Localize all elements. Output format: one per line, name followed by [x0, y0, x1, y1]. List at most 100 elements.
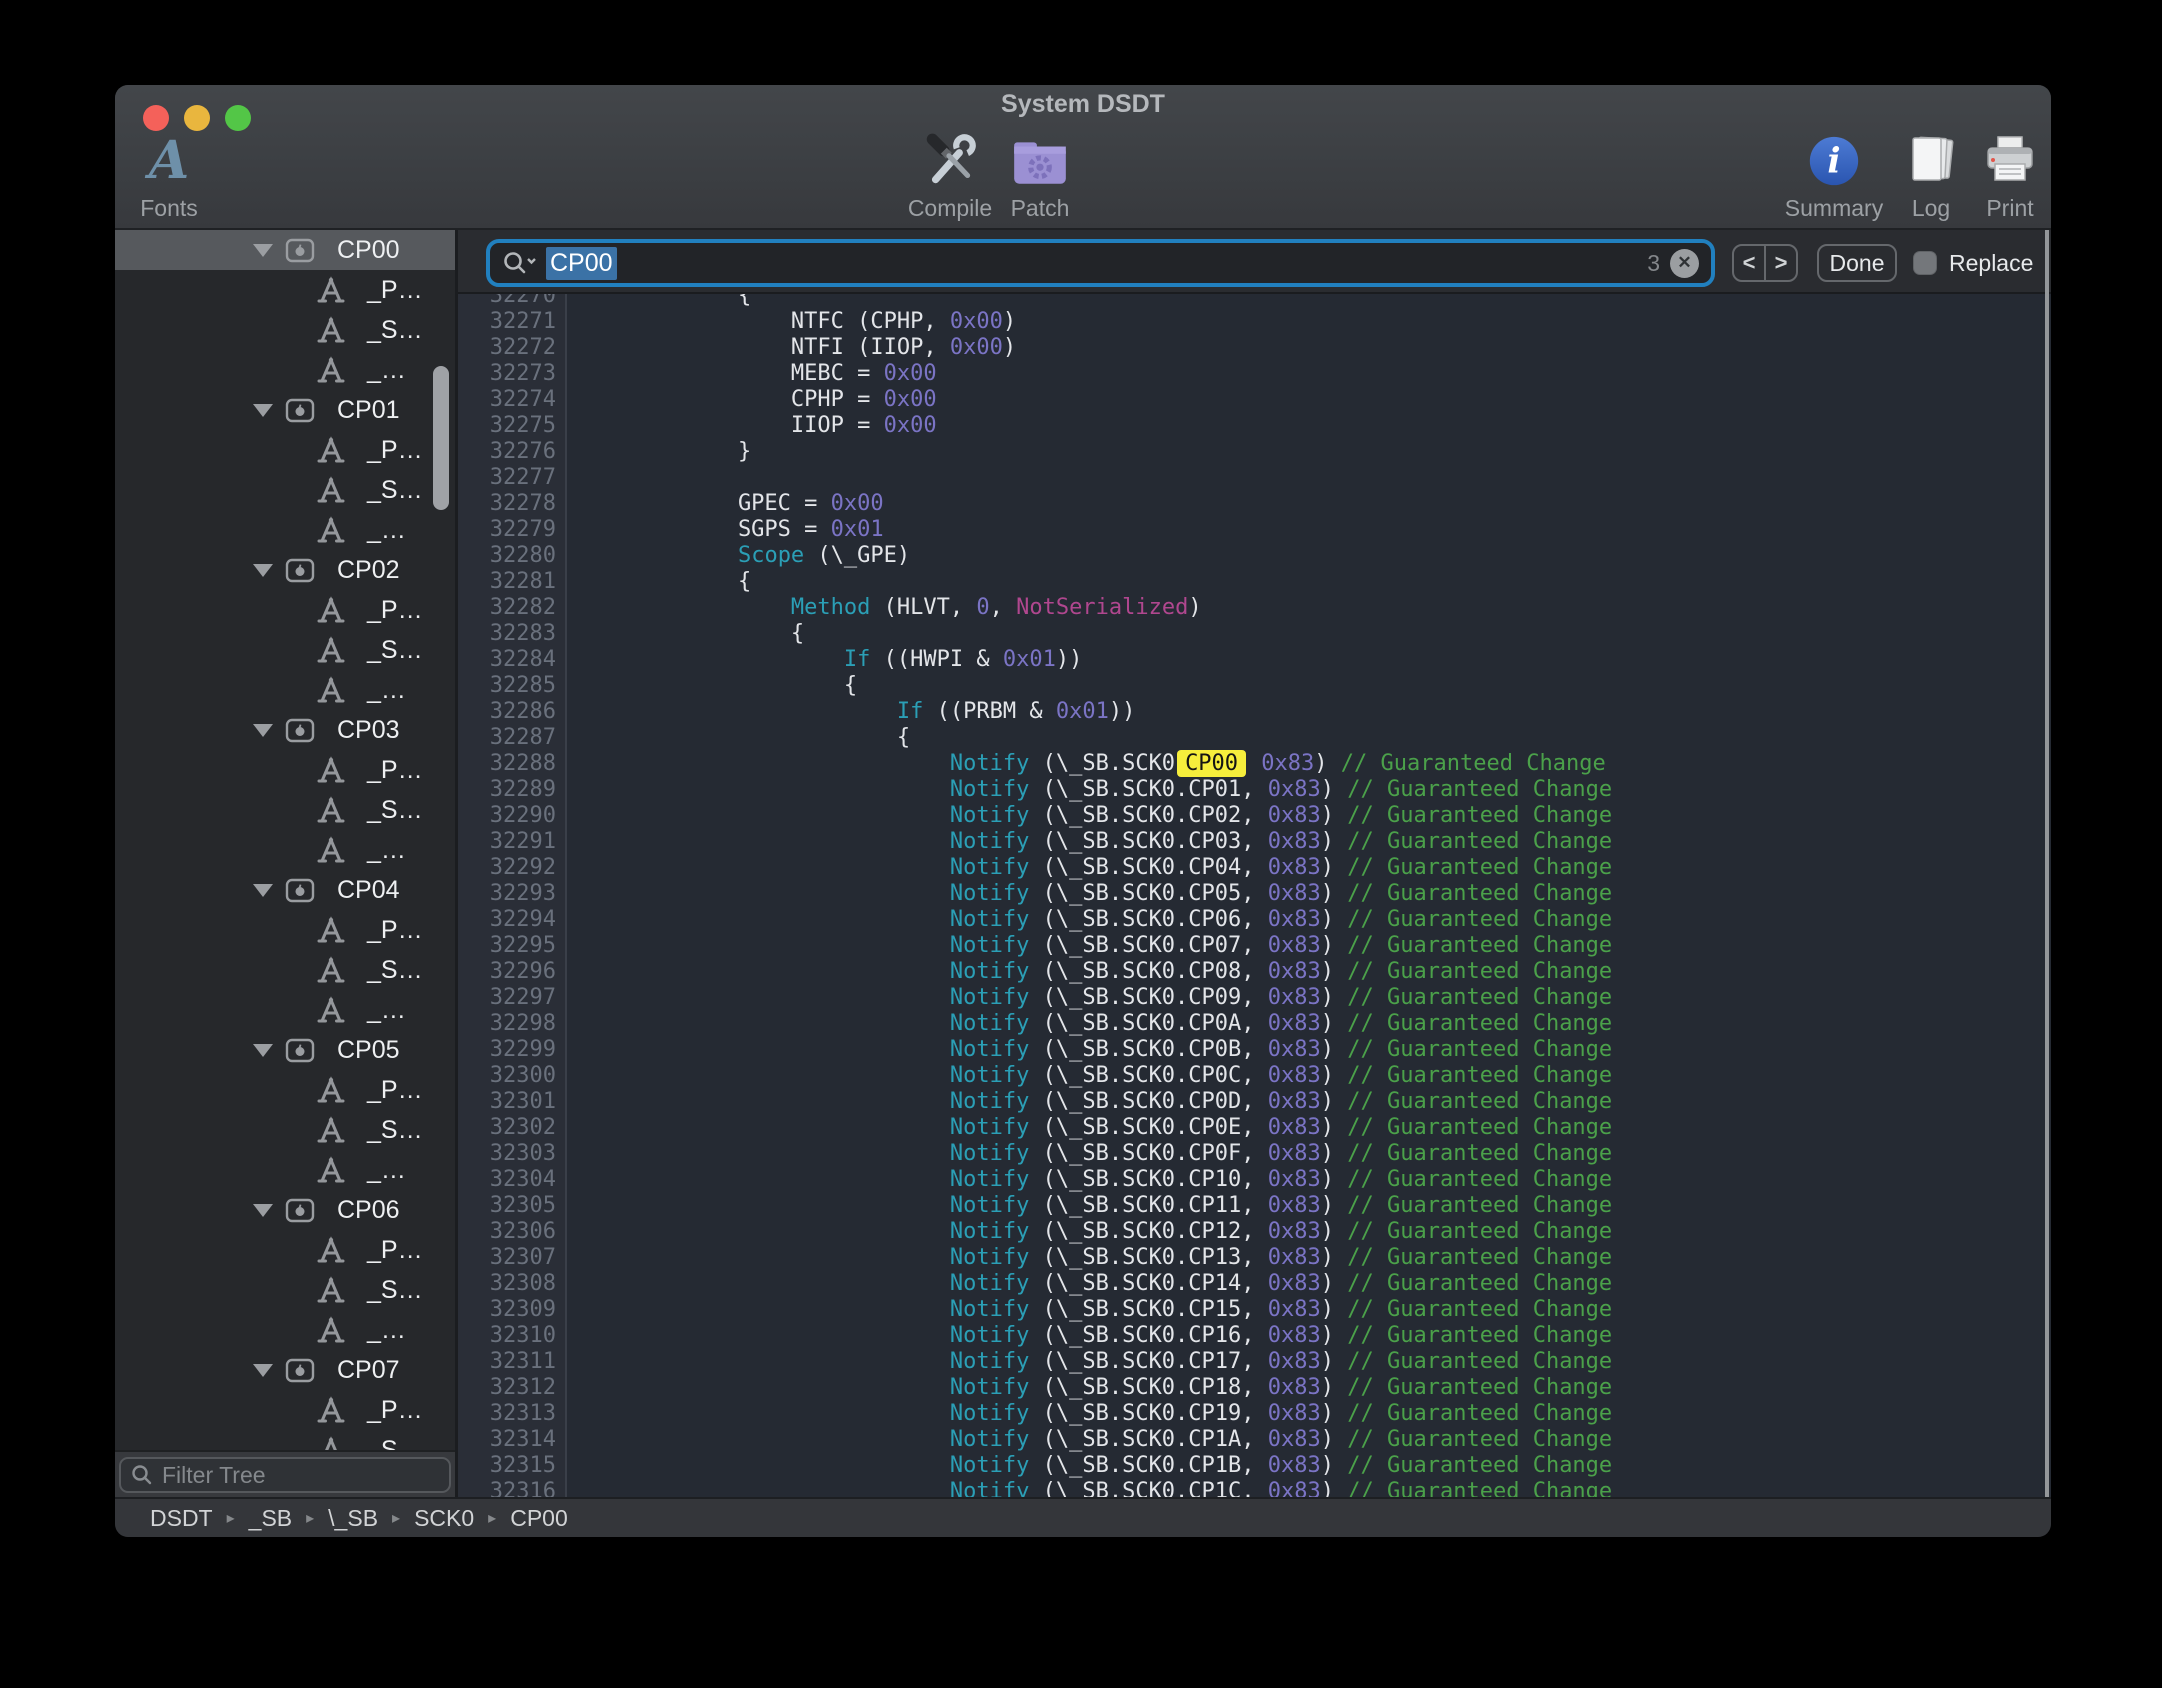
done-button[interactable]: Done — [1817, 244, 1897, 282]
code-line[interactable]: 32287 { — [458, 725, 2051, 751]
code-line[interactable]: 32285 { — [458, 673, 2051, 699]
code-line[interactable]: 32309 Notify (\_SB.SCK0.CP15, 0x83) // G… — [458, 1297, 2051, 1323]
code-line[interactable]: 32301 Notify (\_SB.SCK0.CP0D, 0x83) // G… — [458, 1089, 2051, 1115]
tree-leaf[interactable]: _… — [115, 1150, 455, 1190]
breadcrumb-item-DSDT[interactable]: DSDT — [150, 1505, 213, 1532]
code-line[interactable]: 32302 Notify (\_SB.SCK0.CP0E, 0x83) // G… — [458, 1115, 2051, 1141]
code-line[interactable]: 32310 Notify (\_SB.SCK0.CP16, 0x83) // G… — [458, 1323, 2051, 1349]
tree-leaf[interactable]: _… — [115, 990, 455, 1030]
disclosure-triangle-icon[interactable] — [253, 1044, 273, 1057]
tree-leaf[interactable]: _… — [115, 350, 455, 390]
disclosure-triangle-icon[interactable] — [253, 564, 273, 577]
code-line[interactable]: 32304 Notify (\_SB.SCK0.CP10, 0x83) // G… — [458, 1167, 2051, 1193]
tree-leaf[interactable]: _P… — [115, 430, 455, 470]
code-line[interactable]: 32272 NTFI (IIOP, 0x00) — [458, 335, 2051, 361]
tree-leaf[interactable]: _S… — [115, 950, 455, 990]
disclosure-triangle-icon[interactable] — [253, 244, 273, 257]
tree-leaf[interactable]: _S… — [115, 1110, 455, 1150]
tree-node-CP04[interactable]: CP04 — [115, 870, 455, 910]
code-line[interactable]: 32296 Notify (\_SB.SCK0.CP08, 0x83) // G… — [458, 959, 2051, 985]
tree-node-CP05[interactable]: CP05 — [115, 1030, 455, 1070]
tree-leaf[interactable]: _S… — [115, 1270, 455, 1310]
tree-leaf[interactable]: _P… — [115, 910, 455, 950]
code-line[interactable]: 32316 Notify (\_SB.SCK0.CP1C, 0x83) // G… — [458, 1479, 2051, 1497]
code-line[interactable]: 32311 Notify (\_SB.SCK0.CP17, 0x83) // G… — [458, 1349, 2051, 1375]
code-line[interactable]: 32299 Notify (\_SB.SCK0.CP0B, 0x83) // G… — [458, 1037, 2051, 1063]
tree-leaf[interactable]: _… — [115, 510, 455, 550]
code-line[interactable]: 32298 Notify (\_SB.SCK0.CP0A, 0x83) // G… — [458, 1011, 2051, 1037]
clear-search-button[interactable]: ✕ — [1670, 249, 1699, 278]
code-line[interactable]: 32297 Notify (\_SB.SCK0.CP09, 0x83) // G… — [458, 985, 2051, 1011]
code-line[interactable]: 32270 { — [458, 294, 2051, 309]
tree-leaf[interactable]: _… — [115, 830, 455, 870]
code-line[interactable]: 32288 Notify (\_SB.SCK0CP00 0x83) // Gua… — [458, 751, 2051, 777]
tree-leaf[interactable]: _P… — [115, 1230, 455, 1270]
code-line[interactable]: 32289 Notify (\_SB.SCK0.CP01, 0x83) // G… — [458, 777, 2051, 803]
code-line[interactable]: 32284 If ((HWPI & 0x01)) — [458, 647, 2051, 673]
code-line[interactable]: 32294 Notify (\_SB.SCK0.CP06, 0x83) // G… — [458, 907, 2051, 933]
tree-node-CP07[interactable]: CP07 — [115, 1350, 455, 1390]
code-line[interactable]: 32315 Notify (\_SB.SCK0.CP1B, 0x83) // G… — [458, 1453, 2051, 1479]
disclosure-triangle-icon[interactable] — [253, 1204, 273, 1217]
tree-leaf[interactable]: _S… — [115, 790, 455, 830]
code-line[interactable]: 32312 Notify (\_SB.SCK0.CP18, 0x83) // G… — [458, 1375, 2051, 1401]
breadcrumb-item-SB[interactable]: \_SB — [328, 1505, 378, 1532]
code-line[interactable]: 32291 Notify (\_SB.SCK0.CP03, 0x83) // G… — [458, 829, 2051, 855]
code-line[interactable]: 32295 Notify (\_SB.SCK0.CP07, 0x83) // G… — [458, 933, 2051, 959]
code-line[interactable]: 32313 Notify (\_SB.SCK0.CP19, 0x83) // G… — [458, 1401, 2051, 1427]
tree-leaf[interactable]: _P… — [115, 1390, 455, 1430]
code-line[interactable]: 32278 GPEC = 0x00 — [458, 491, 2051, 517]
code-line[interactable]: 32281 { — [458, 569, 2051, 595]
code-line[interactable]: 32283 { — [458, 621, 2051, 647]
search-menu-icon[interactable] — [502, 250, 538, 276]
tree-leaf[interactable]: _S… — [115, 1430, 455, 1450]
tree-leaf[interactable]: _P… — [115, 750, 455, 790]
tree-node-CP01[interactable]: CP01 — [115, 390, 455, 430]
code-line[interactable]: 32303 Notify (\_SB.SCK0.CP0F, 0x83) // G… — [458, 1141, 2051, 1167]
toolbar-fonts-button[interactable]: A Fonts — [115, 127, 249, 222]
disclosure-triangle-icon[interactable] — [253, 884, 273, 897]
code-line[interactable]: 32279 SGPS = 0x01 — [458, 517, 2051, 543]
tree-node-CP00[interactable]: CP00 — [115, 230, 455, 270]
tree-node-CP03[interactable]: CP03 — [115, 710, 455, 750]
replace-checkbox[interactable] — [1913, 251, 1937, 275]
tree-leaf[interactable]: _P… — [115, 590, 455, 630]
code-line[interactable]: 32271 NTFC (CPHP, 0x00) — [458, 309, 2051, 335]
code-area[interactable]: 32270 {32271 NTFC (CPHP, 0x00)32272 NTFI… — [458, 294, 2051, 1497]
code-line[interactable]: 32286 If ((PRBM & 0x01)) — [458, 699, 2051, 725]
code-line[interactable]: 32277 — [458, 465, 2051, 491]
search-input[interactable]: CP00 3 ✕ — [486, 239, 1715, 287]
disclosure-triangle-icon[interactable] — [253, 1364, 273, 1377]
editor-scrollbar[interactable] — [2045, 230, 2049, 1497]
tree-leaf[interactable]: _S… — [115, 470, 455, 510]
code-line[interactable]: 32273 MEBC = 0x00 — [458, 361, 2051, 387]
breadcrumb-item-SB[interactable]: _SB — [249, 1505, 292, 1532]
find-next-button[interactable]: > — [1766, 246, 1796, 280]
toolbar-patch-button[interactable]: Patch — [960, 127, 1120, 222]
breadcrumb-item-CP00[interactable]: CP00 — [510, 1505, 568, 1532]
tree-node-CP02[interactable]: CP02 — [115, 550, 455, 590]
code-line[interactable]: 32275 IIOP = 0x00 — [458, 413, 2051, 439]
code-line[interactable]: 32307 Notify (\_SB.SCK0.CP13, 0x83) // G… — [458, 1245, 2051, 1271]
find-previous-button[interactable]: < — [1734, 246, 1766, 280]
code-line[interactable]: 32280 Scope (\_GPE) — [458, 543, 2051, 569]
sidebar-scrollbar-thumb[interactable] — [433, 366, 449, 510]
tree-leaf[interactable]: _S… — [115, 630, 455, 670]
tree-leaf[interactable]: _S… — [115, 310, 455, 350]
code-line[interactable]: 32300 Notify (\_SB.SCK0.CP0C, 0x83) // G… — [458, 1063, 2051, 1089]
code-line[interactable]: 32290 Notify (\_SB.SCK0.CP02, 0x83) // G… — [458, 803, 2051, 829]
tree-leaf[interactable]: _P… — [115, 1070, 455, 1110]
code-line[interactable]: 32274 CPHP = 0x00 — [458, 387, 2051, 413]
breadcrumb-item-SCK0[interactable]: SCK0 — [414, 1505, 474, 1532]
filter-tree-input[interactable]: Filter Tree — [119, 1457, 451, 1493]
code-line[interactable]: 32292 Notify (\_SB.SCK0.CP04, 0x83) // G… — [458, 855, 2051, 881]
code-line[interactable]: 32293 Notify (\_SB.SCK0.CP05, 0x83) // G… — [458, 881, 2051, 907]
disclosure-triangle-icon[interactable] — [253, 724, 273, 737]
tree-node-CP06[interactable]: CP06 — [115, 1190, 455, 1230]
code-line[interactable]: 32314 Notify (\_SB.SCK0.CP1A, 0x83) // G… — [458, 1427, 2051, 1453]
tree-leaf[interactable]: _… — [115, 670, 455, 710]
tree-leaf[interactable]: _P… — [115, 270, 455, 310]
tree-leaf[interactable]: _… — [115, 1310, 455, 1350]
code-line[interactable]: 32305 Notify (\_SB.SCK0.CP11, 0x83) // G… — [458, 1193, 2051, 1219]
code-line[interactable]: 32276 } — [458, 439, 2051, 465]
